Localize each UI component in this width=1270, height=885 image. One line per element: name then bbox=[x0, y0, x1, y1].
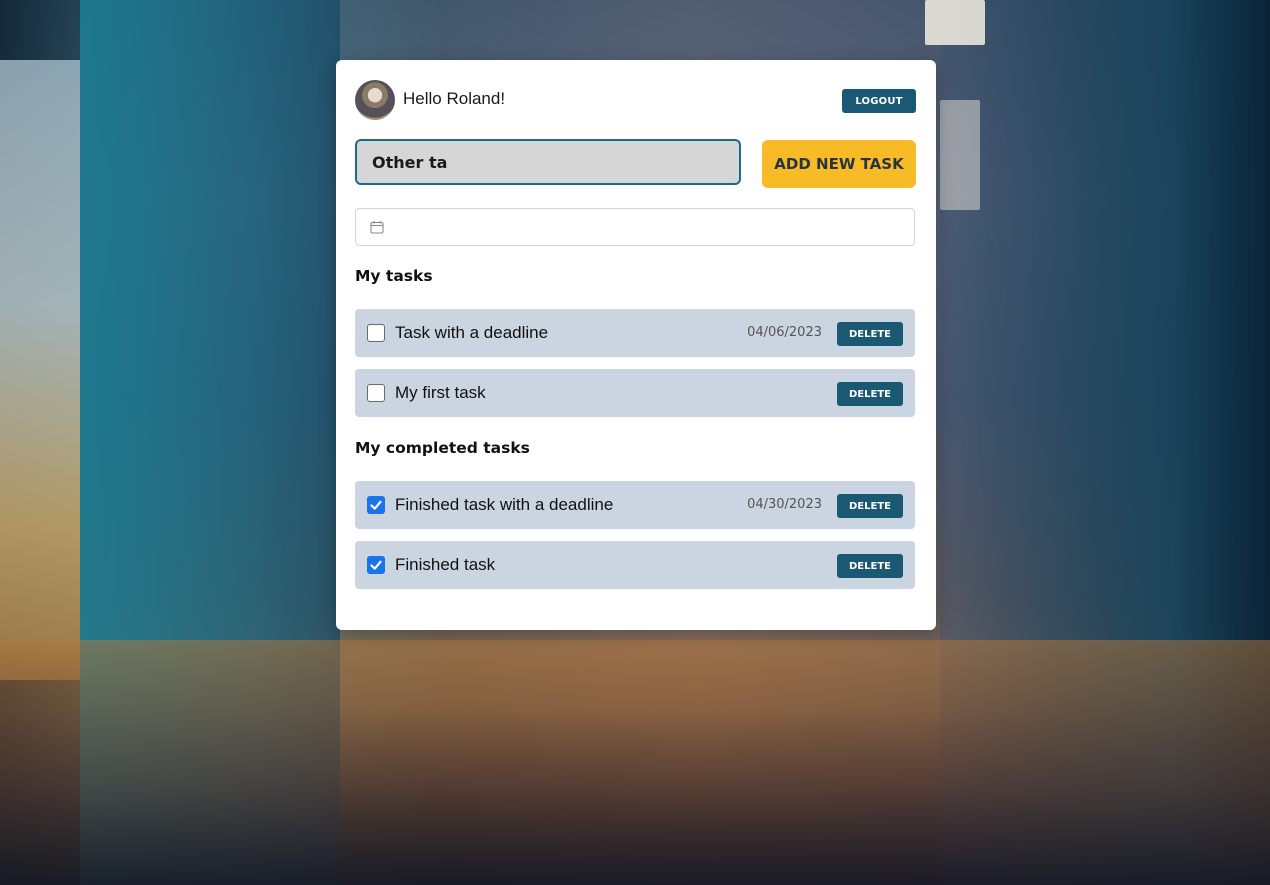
logout-button[interactable]: LOGOUT bbox=[842, 89, 916, 113]
completed-task-row: Finished task DELETE bbox=[355, 541, 915, 589]
task-checkbox[interactable] bbox=[367, 324, 385, 342]
header: Hello Roland! LOGOUT bbox=[355, 80, 916, 120]
task-label: Finished task with a deadline bbox=[395, 495, 614, 514]
delete-task-button[interactable]: DELETE bbox=[837, 494, 903, 518]
todo-card: Hello Roland! LOGOUT ADD NEW TASK My tas… bbox=[336, 60, 936, 630]
task-checkbox[interactable] bbox=[367, 384, 385, 402]
checkmark-icon bbox=[370, 560, 382, 570]
task-label: My first task bbox=[395, 383, 486, 402]
completed-tasks-heading: My completed tasks bbox=[355, 439, 530, 457]
delete-task-button[interactable]: DELETE bbox=[837, 554, 903, 578]
task-label: Task with a deadline bbox=[395, 323, 549, 342]
avatar bbox=[355, 80, 395, 120]
completed-task-row: Finished task with a deadline 04/30/2023… bbox=[355, 481, 915, 529]
new-task-input[interactable] bbox=[355, 139, 741, 185]
checkmark-icon bbox=[370, 500, 382, 510]
background-window bbox=[0, 60, 80, 680]
calendar-icon bbox=[370, 221, 384, 234]
task-row: My first task DELETE bbox=[355, 369, 915, 417]
background-floor bbox=[0, 640, 1270, 885]
task-label: Finished task bbox=[395, 555, 496, 574]
greeting-text: Hello Roland! bbox=[403, 89, 506, 108]
background-window-light bbox=[940, 100, 980, 210]
task-row: Task with a deadline 04/06/2023 DELETE bbox=[355, 309, 915, 357]
delete-task-button[interactable]: DELETE bbox=[837, 382, 903, 406]
add-new-task-button[interactable]: ADD NEW TASK bbox=[762, 140, 916, 188]
my-tasks-heading: My tasks bbox=[355, 267, 433, 285]
task-deadline: 04/30/2023 bbox=[747, 497, 822, 512]
task-deadline: 04/06/2023 bbox=[747, 325, 822, 340]
delete-task-button[interactable]: DELETE bbox=[837, 322, 903, 346]
task-checkbox-checked[interactable] bbox=[367, 556, 385, 574]
task-checkbox-checked[interactable] bbox=[367, 496, 385, 514]
background-ceiling-light bbox=[925, 0, 985, 45]
deadline-date-input[interactable] bbox=[355, 208, 915, 246]
